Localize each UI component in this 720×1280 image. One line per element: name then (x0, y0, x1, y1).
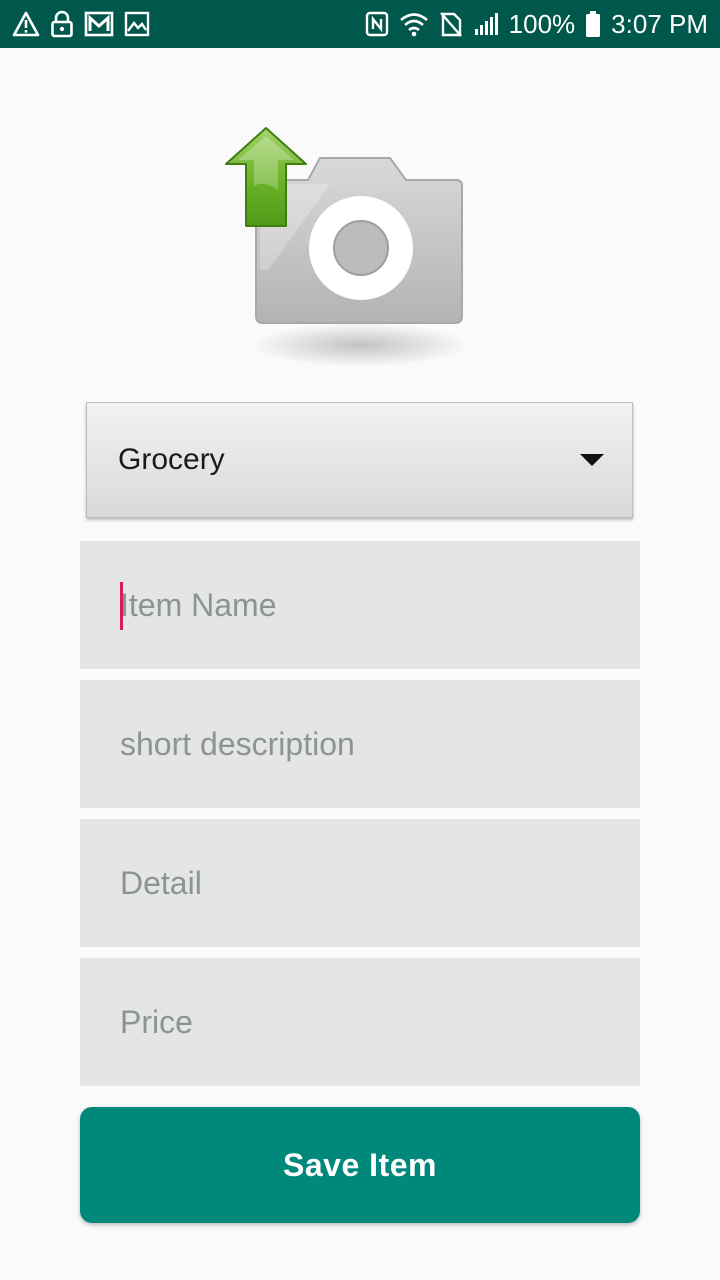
detail-field[interactable]: Detail (80, 819, 640, 947)
short-description-field[interactable]: short description (80, 680, 640, 808)
lock-icon (50, 10, 74, 38)
save-item-label: Save Item (283, 1146, 437, 1183)
category-dropdown[interactable]: Grocery (86, 402, 633, 518)
short-description-placeholder: short description (120, 725, 355, 762)
detail-placeholder: Detail (120, 864, 202, 901)
text-cursor (120, 582, 123, 630)
signal-icon (473, 11, 499, 37)
status-left-icons (12, 10, 150, 38)
category-selected-label: Grocery (118, 443, 225, 476)
battery-icon (585, 10, 601, 38)
photo-picker[interactable] (220, 120, 490, 380)
item-name-field[interactable]: Item Name (80, 541, 640, 669)
nfc-icon (365, 11, 389, 37)
dropdown-arrow-icon (580, 454, 604, 466)
battery-percent: 100% (508, 8, 576, 39)
no-sim-icon (439, 10, 463, 38)
status-bar: 100% 3:07 PM (0, 0, 720, 48)
image-icon (124, 11, 150, 37)
gmail-icon (84, 11, 114, 37)
camera-upload-icon (225, 127, 470, 367)
warning-icon (12, 11, 40, 37)
status-right-icons: 100% 3:07 PM (365, 9, 708, 40)
item-name-placeholder: Item Name (120, 586, 277, 623)
save-item-button[interactable]: Save Item (80, 1107, 640, 1223)
wifi-icon (399, 11, 429, 37)
price-placeholder: Price (120, 1003, 193, 1040)
price-field[interactable]: Price (80, 958, 640, 1086)
clock: 3:07 PM (611, 8, 708, 39)
